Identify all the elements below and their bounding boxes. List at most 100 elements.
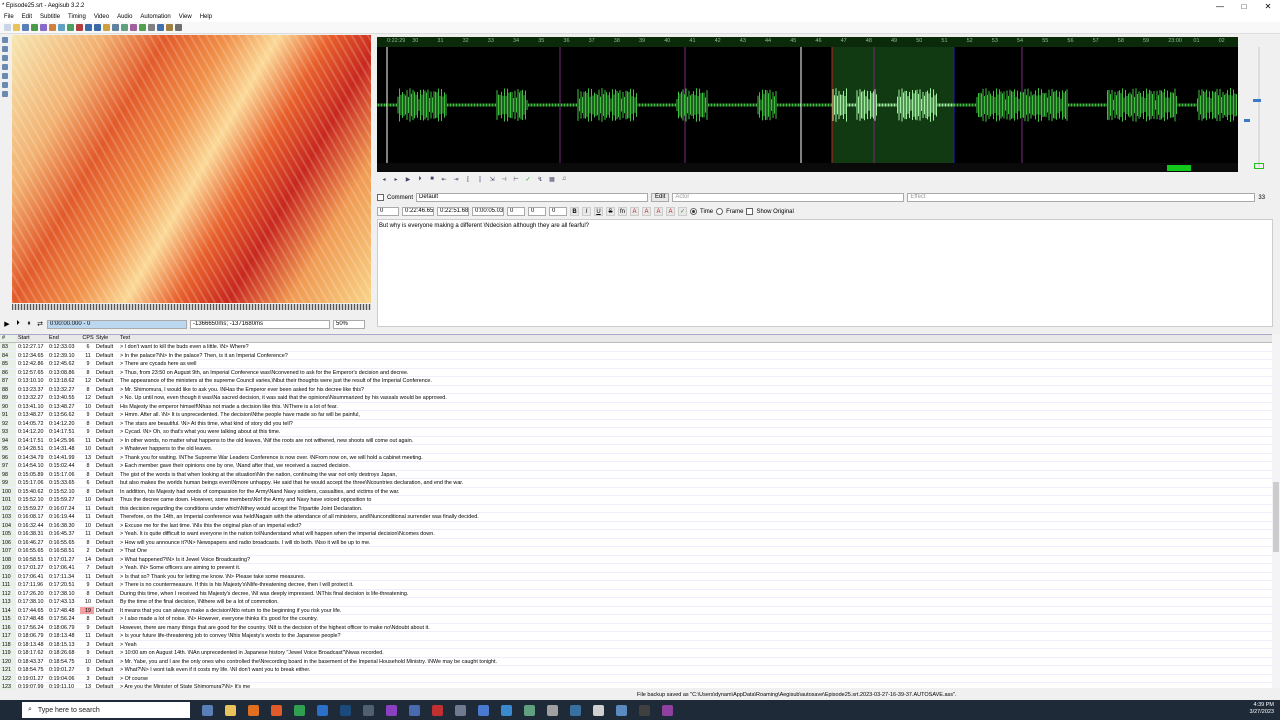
margin-vertical-field[interactable]: 0 <box>549 207 567 216</box>
monitor-icon[interactable] <box>616 704 627 716</box>
fonts-collector-icon[interactable] <box>67 24 74 31</box>
table-row[interactable]: 86 0:12:57.65 0:13:08.86 8 Default > Thus, fr… <box>0 368 1272 377</box>
play-first-500-icon[interactable]: ⟦ <box>464 176 472 183</box>
play-current-line-icon[interactable]: ⏵ <box>416 176 424 183</box>
table-row[interactable]: 90 0:13:41.10 0:13:48.27 10 Default His Majes… <box>0 402 1272 411</box>
menu-automation[interactable]: Automation <box>136 14 174 20</box>
table-row[interactable]: 116 0:17:56.24 0:18:06.79 9 Default However, … <box>0 623 1272 632</box>
resample-icon[interactable] <box>130 24 137 31</box>
browser-icon[interactable] <box>501 704 512 716</box>
outline-color-icon[interactable]: A <box>654 207 663 216</box>
menu-timing[interactable]: Timing <box>64 14 90 20</box>
table-row[interactable]: 88 0:13:23.37 0:13:32.27 8 Default > Mr. Shim… <box>0 385 1272 394</box>
goto-icon[interactable]: ↯ <box>536 176 544 183</box>
next-line-icon[interactable]: ▸ <box>392 176 400 183</box>
header-number[interactable]: # <box>0 335 16 342</box>
options-icon[interactable] <box>166 24 173 31</box>
horizontal-zoom-slider[interactable] <box>1258 47 1260 167</box>
steam-icon[interactable] <box>340 704 351 716</box>
clip-tool-icon[interactable] <box>2 82 8 88</box>
table-row[interactable]: 110 0:17:06.41 0:17:11.34 11 Default > Is tha… <box>0 572 1272 581</box>
table-row[interactable]: 85 0:12:42.86 0:12:45.62 9 Default > There ar… <box>0 360 1272 369</box>
table-row[interactable]: 115 0:17:48.48 0:17:56.24 8 Default > I also … <box>0 615 1272 624</box>
table-row[interactable]: 83 0:12:27.17 0:12:33.03 6 Default > I don't … <box>0 343 1272 352</box>
open-file-icon[interactable] <box>13 24 20 31</box>
header-text[interactable]: Text <box>118 335 1272 342</box>
kanji-timer-icon[interactable] <box>148 24 155 31</box>
table-row[interactable]: 87 0:13:10.10 0:13:18.62 12 Default The appea… <box>0 377 1272 386</box>
table-row[interactable]: 98 0:15:05.89 0:15:17.06 8 Default The gist o… <box>0 470 1272 479</box>
table-row[interactable]: 102 0:15:59.27 0:16:07.24 11 Default this dec… <box>0 504 1272 513</box>
rotate-z-tool-icon[interactable] <box>2 55 8 61</box>
commit-icon[interactable]: ✓ <box>524 176 532 183</box>
find-icon[interactable] <box>85 24 92 31</box>
menu-subtitle[interactable]: Subtitle <box>36 14 64 20</box>
table-row[interactable]: 114 0:17:44.65 0:17:48.48 19 Default It means… <box>0 606 1272 615</box>
tag-hiding-icon[interactable] <box>175 24 182 31</box>
table-row[interactable]: 120 0:18:43.37 0:18:54.75 10 Default > Mr. Ya… <box>0 657 1272 666</box>
table-row[interactable]: 121 0:18:54.75 0:19:01.27 9 Default > What?\N… <box>0 666 1272 675</box>
audio-scrollbar[interactable] <box>377 163 1238 172</box>
prev-line-icon[interactable]: ◂ <box>380 176 388 183</box>
table-row[interactable]: 122 0:19:01.27 0:19:04.06 3 Default > Of cour… <box>0 674 1272 683</box>
chrome-icon[interactable] <box>294 704 305 716</box>
margin-right-field[interactable]: 0 <box>528 207 546 216</box>
table-row[interactable]: 108 0:16:58.51 0:17:01.27 14 Default > What h… <box>0 555 1272 564</box>
new-file-icon[interactable] <box>4 24 11 31</box>
spectrum-icon[interactable]: ▦ <box>548 176 556 183</box>
shadow-color-icon[interactable]: A <box>666 207 675 216</box>
table-row[interactable]: 113 0:17:38.10 0:17:43.13 10 Default By the t… <box>0 598 1272 607</box>
table-row[interactable]: 119 0:18:17.62 0:18:26.68 9 Default > 10:00 a… <box>0 649 1272 658</box>
lead-in-icon[interactable]: ⊣ <box>500 176 508 183</box>
app-icon[interactable] <box>363 704 374 716</box>
open-audio-icon[interactable] <box>40 24 47 31</box>
autoscroll-icon[interactable]: ⇄ <box>36 320 44 328</box>
play-selection-icon[interactable]: ▶ <box>404 176 412 183</box>
table-row[interactable]: 84 0:12:34.65 0:12:39.10 11 Default > In the … <box>0 351 1272 360</box>
table-row[interactable]: 93 0:14:12.20 0:14:17.51 9 Default > Cycad. \… <box>0 428 1272 437</box>
font-icon[interactable]: fn <box>618 207 627 216</box>
header-end[interactable]: End <box>47 335 80 342</box>
menu-file[interactable]: File <box>0 14 18 20</box>
strikeout-icon[interactable]: S <box>606 207 615 216</box>
table-row[interactable]: 105 0:16:38.31 0:16:45.37 11 Default > Yeah. … <box>0 530 1272 539</box>
standard-tool-icon[interactable] <box>2 37 8 43</box>
header-style[interactable]: Style <box>94 335 118 342</box>
attachments-icon[interactable] <box>58 24 65 31</box>
table-row[interactable]: 101 0:15:52.10 0:15:59.27 10 Default Thus the… <box>0 496 1272 505</box>
table-row[interactable]: 106 0:16:46.27 0:16:55.65 8 Default > How wil… <box>0 538 1272 547</box>
open-video-icon[interactable] <box>31 24 38 31</box>
rotate-xy-tool-icon[interactable] <box>2 64 8 70</box>
photos-icon[interactable] <box>593 704 604 716</box>
show-original-checkbox[interactable] <box>746 208 754 215</box>
table-row[interactable]: 118 0:18:13.48 0:18:15.13 3 Default > Yeah <box>0 640 1272 649</box>
bold-icon[interactable]: B <box>570 207 579 216</box>
notepad-icon[interactable] <box>547 704 558 716</box>
subtitle-text-editor[interactable]: But why is everyone making a different \… <box>377 219 1273 327</box>
time-radio[interactable] <box>690 208 697 215</box>
italic-icon[interactable]: I <box>582 207 591 216</box>
table-row[interactable]: 107 0:16:55.65 0:16:58.51 2 Default > That On… <box>0 547 1272 556</box>
header-cps[interactable]: CPS <box>80 335 94 342</box>
maximize-button[interactable]: □ <box>1232 2 1256 11</box>
vlc-icon[interactable] <box>248 704 259 716</box>
table-row[interactable]: 99 0:15:17.06 0:15:33.65 6 Default but also m… <box>0 479 1272 488</box>
replace-icon[interactable] <box>94 24 101 31</box>
duration-field[interactable]: 0:00:05.03 <box>472 207 504 216</box>
close-button[interactable]: ✕ <box>1256 2 1280 11</box>
table-row[interactable]: 117 0:18:06.79 0:18:13.48 11 Default > Is you… <box>0 632 1272 641</box>
stop-audio-icon[interactable]: ■ <box>428 176 436 182</box>
lead-out-icon[interactable]: ⊢ <box>512 176 520 183</box>
video-display[interactable] <box>12 35 371 303</box>
table-row[interactable]: 103 0:16:08.17 0:16:19.44 11 Default Therefor… <box>0 513 1272 522</box>
play-line-icon[interactable]: ⏵ <box>14 320 22 328</box>
translation-assistant-icon[interactable] <box>121 24 128 31</box>
automation-icon[interactable] <box>76 24 83 31</box>
video-seek-slider[interactable] <box>12 304 371 310</box>
minimize-button[interactable]: — <box>1208 2 1232 11</box>
media-icon[interactable] <box>432 704 443 716</box>
karaoke-icon[interactable]: ♫ <box>560 176 568 182</box>
scale-tool-icon[interactable] <box>2 73 8 79</box>
file-explorer-icon[interactable] <box>225 704 236 716</box>
end-time-field[interactable]: 0:22:51.68 <box>437 207 469 216</box>
